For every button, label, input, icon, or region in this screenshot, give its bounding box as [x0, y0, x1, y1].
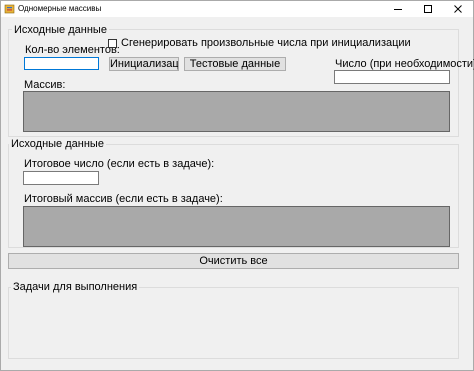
result-array-label: Итоговый массив (если есть в задаче): — [24, 193, 223, 205]
result-number-input[interactable] — [23, 171, 99, 185]
maximize-button[interactable] — [413, 1, 443, 17]
test-data-button[interactable]: Тестовые данные — [184, 57, 286, 71]
source-array-display — [23, 91, 450, 132]
tasks-group — [8, 287, 459, 359]
result-array-display — [23, 206, 450, 247]
main-window: Одномерные массивы Исходные данные Кол-в… — [0, 0, 474, 371]
window-title: Одномерные массивы — [18, 4, 102, 13]
maximize-icon — [424, 5, 432, 13]
number-input[interactable] — [334, 70, 450, 84]
count-input[interactable] — [24, 57, 99, 70]
close-icon — [454, 5, 462, 13]
app-icon — [4, 4, 15, 14]
generate-random-label[interactable]: Сгенерировать произвольные числа при ини… — [121, 37, 411, 50]
minimize-button[interactable] — [383, 1, 413, 17]
generate-random-checkbox[interactable] — [108, 39, 117, 48]
result-number-label: Итоговое число (если есть в задаче): — [24, 158, 215, 170]
count-label: Кол-во элементов: — [25, 44, 120, 56]
source-data-legend: Исходные данные — [12, 24, 109, 36]
minimize-icon — [394, 9, 402, 10]
result-data-legend: Исходные данные — [9, 138, 106, 150]
title-bar[interactable]: Одномерные массивы — [1, 1, 473, 17]
init-button[interactable]: Инициализаци — [109, 57, 179, 71]
clear-all-button[interactable]: Очистить все — [8, 253, 459, 269]
tasks-legend: Задачи для выполнения — [11, 281, 140, 293]
close-button[interactable] — [443, 1, 473, 17]
